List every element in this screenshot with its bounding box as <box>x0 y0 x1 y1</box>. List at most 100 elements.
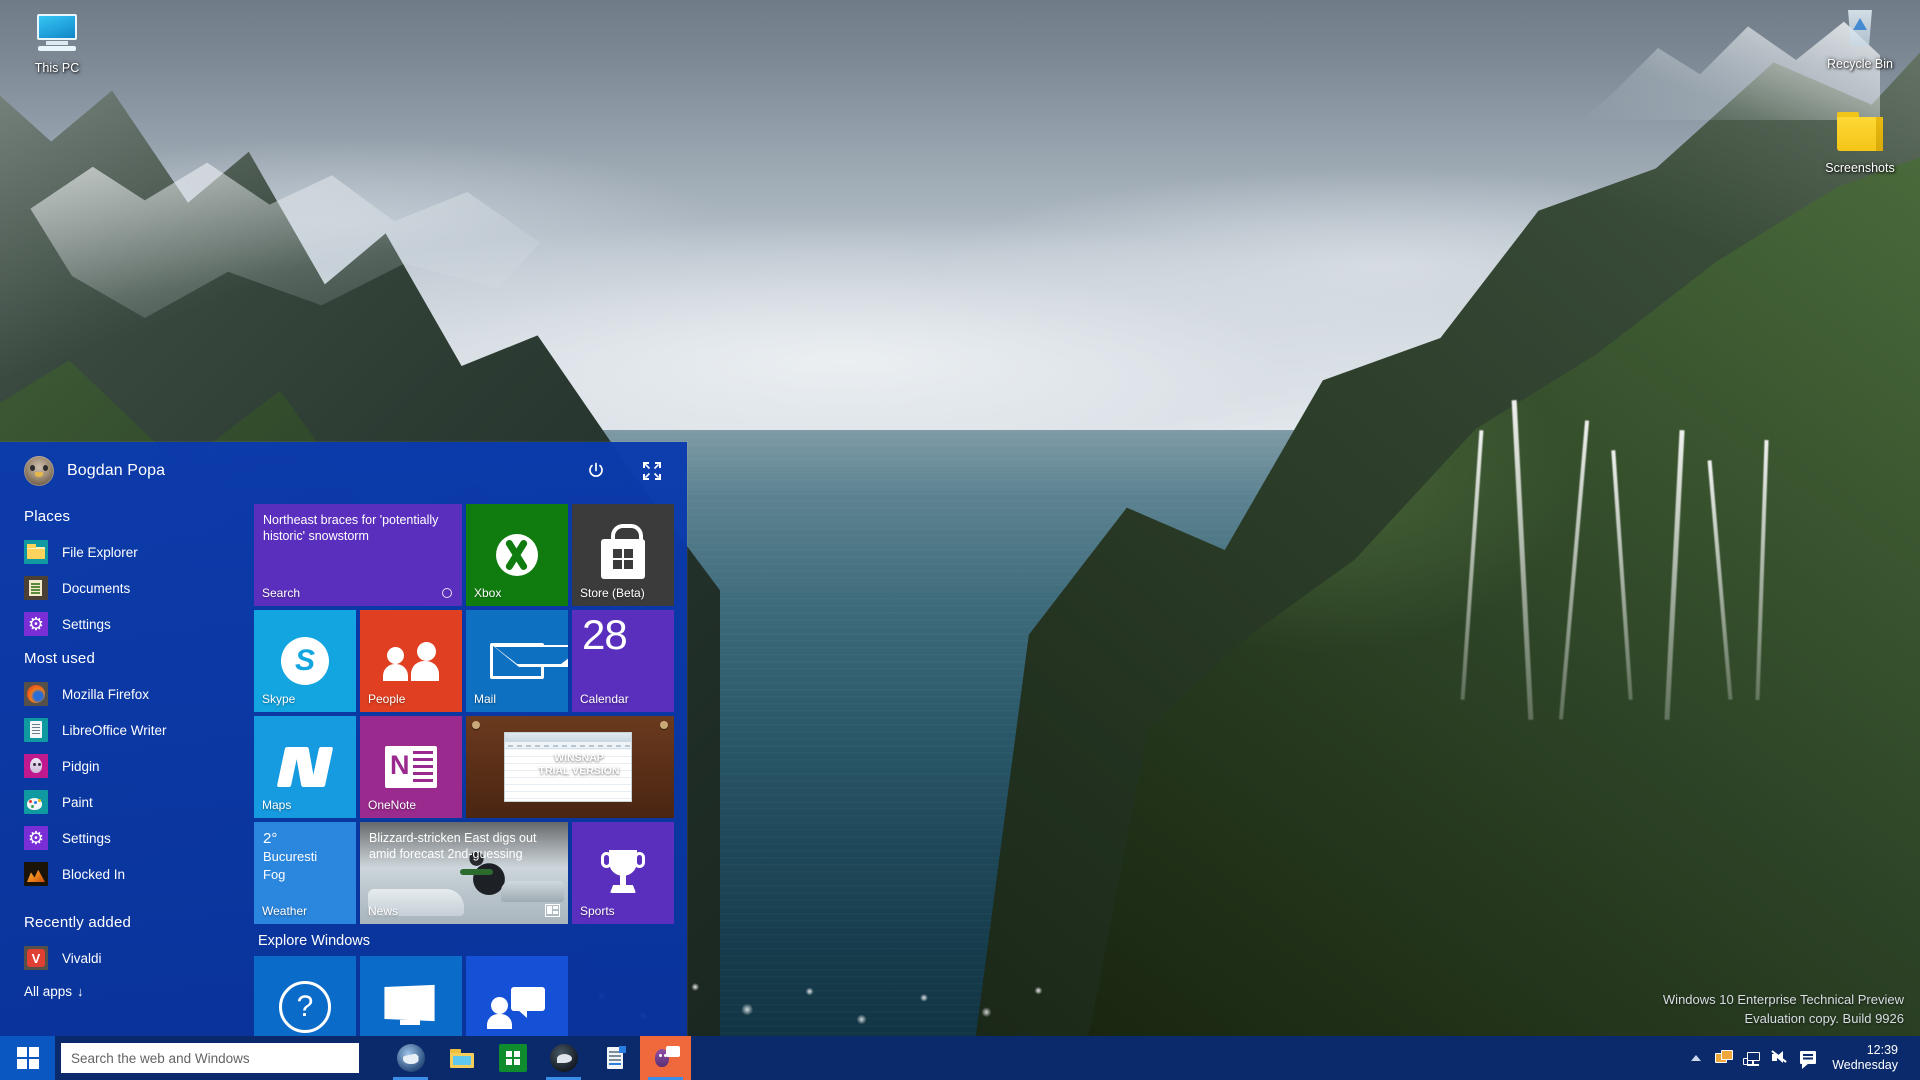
start-button[interactable] <box>0 1036 55 1080</box>
sidebar-item-paint[interactable]: Paint <box>24 784 250 820</box>
file-explorer-icon <box>448 1044 476 1072</box>
user-name[interactable]: Bogdan Popa <box>67 462 165 480</box>
tile-label: Mail <box>474 692 497 706</box>
pin-icon-right <box>660 721 668 729</box>
tile-onenote[interactable]: N OneNote <box>360 716 462 818</box>
sidebar-item-label: LibreOffice Writer <box>62 722 167 738</box>
search-circle-icon <box>442 588 452 598</box>
winsnap-line-2: TRIAL VERSION <box>538 765 620 777</box>
desktop-icon-recycle-bin[interactable]: Recycle Bin <box>1805 4 1915 72</box>
tile-sports[interactable]: Sports <box>572 822 674 924</box>
tile-winsnap-screenshot[interactable]: WINSNAP TRIAL VERSION <box>466 716 674 818</box>
tile-maps[interactable]: Maps <box>254 716 356 818</box>
taskbar-item-thunderbird[interactable] <box>385 1036 436 1080</box>
tray-action-center-button[interactable] <box>1794 1036 1822 1080</box>
tile-label: Sports <box>580 904 615 918</box>
tray-ethernet-button[interactable] <box>1738 1036 1766 1080</box>
tile-store-beta[interactable]: Store (Beta) <box>572 504 674 606</box>
weather-city: Bucuresti <box>263 849 318 864</box>
libreoffice-writer-icon <box>601 1044 629 1072</box>
sidebar-item-vivaldi[interactable]: Vivaldi <box>24 940 250 976</box>
clock-time: 12:39 <box>1866 1043 1898 1057</box>
start-menu-header: Bogdan Popa <box>0 442 687 500</box>
calendar-day-number: 28 <box>582 611 628 658</box>
desktop-icon-this-pc[interactable]: This PC <box>2 8 112 76</box>
desktop-icon-label: This PC <box>34 61 80 75</box>
volume-muted-icon <box>1771 1049 1789 1067</box>
sidebar-item-label: Paint <box>62 794 93 810</box>
tile-news[interactable]: Blizzard-stricken East digs out amid for… <box>360 822 568 924</box>
start-menu-tiles-pane[interactable]: Northeast braces for 'potentially histor… <box>250 500 687 1036</box>
tile-xbox[interactable]: Xbox <box>466 504 568 606</box>
tile-weather[interactable]: 2° Bucuresti Fog Weather <box>254 822 356 924</box>
start-menu-left-column: Places File Explorer Documents Settings … <box>0 500 250 1036</box>
settings-gear-icon <box>24 612 48 636</box>
clock[interactable]: 12:39 Wednesday <box>1822 1043 1912 1073</box>
tray-network-button[interactable] <box>1710 1036 1738 1080</box>
taskbar-item-file-explorer[interactable] <box>436 1036 487 1080</box>
taskbar-item-pidgin[interactable] <box>640 1036 691 1080</box>
start-menu[interactable]: Bogdan Popa Places File Explorer Documen… <box>0 442 687 1036</box>
tile-label: People <box>368 692 406 706</box>
file-explorer-icon <box>24 540 48 564</box>
tile-label: OneNote <box>368 798 417 812</box>
tile-headline: Blizzard-stricken East digs out amid for… <box>369 831 537 861</box>
weather-condition: Fog <box>263 867 286 882</box>
taskbar-item-steam[interactable] <box>538 1036 589 1080</box>
power-button[interactable] <box>583 458 609 484</box>
desktop-icon-screenshots[interactable]: Screenshots <box>1805 108 1915 176</box>
network-icon <box>1715 1049 1734 1067</box>
tile-calendar[interactable]: 28 Calendar <box>572 610 674 712</box>
paint-icon <box>24 790 48 814</box>
libreoffice-writer-icon <box>24 718 48 742</box>
show-hidden-icons-button[interactable] <box>1682 1036 1710 1080</box>
folder-icon <box>1805 108 1915 156</box>
documents-icon <box>24 576 48 600</box>
tile-mail[interactable]: Mail <box>466 610 568 712</box>
expand-button[interactable] <box>639 458 665 484</box>
sidebar-item-pidgin[interactable]: Pidgin <box>24 748 250 784</box>
tile-skype[interactable]: S Skype <box>254 610 356 712</box>
sidebar-item-documents[interactable]: Documents <box>24 570 250 606</box>
tile-label: Calendar <box>580 692 629 706</box>
tile-pc-settings[interactable] <box>360 956 462 1036</box>
section-title-places: Places <box>24 508 71 525</box>
tile-group-1: Northeast braces for 'potentially histor… <box>254 504 674 924</box>
sidebar-item-libreoffice-writer[interactable]: LibreOffice Writer <box>24 712 250 748</box>
sidebar-item-mozilla-firefox[interactable]: Mozilla Firefox <box>24 676 250 712</box>
monitor-icon <box>360 956 462 1036</box>
watermark-line-2: Evaluation copy. Build 9926 <box>1744 1011 1904 1026</box>
system-tray: 12:39 Wednesday <box>1682 1036 1920 1080</box>
desktop-icon-label: Recycle Bin <box>1827 57 1893 71</box>
tile-get-started[interactable]: ? <box>254 956 356 1036</box>
avatar[interactable] <box>24 456 54 486</box>
sidebar-item-label: File Explorer <box>62 544 138 560</box>
sidebar-item-label: Settings <box>62 830 111 846</box>
tile-windows-feedback[interactable] <box>466 956 568 1036</box>
tile-label: News <box>368 904 399 918</box>
all-apps-label: All apps <box>24 984 73 999</box>
taskbar-item-libreoffice-writer[interactable] <box>589 1036 640 1080</box>
sidebar-item-file-explorer[interactable]: File Explorer <box>24 534 250 570</box>
taskbar[interactable]: Search the web and Windows 12:39 Wednesd… <box>0 1036 1920 1080</box>
winsnap-trial-watermark: WINSNAP TRIAL VERSION <box>524 752 634 778</box>
taskbar-item-store[interactable] <box>487 1036 538 1080</box>
ethernet-icon <box>1743 1049 1761 1067</box>
store-icon <box>498 1044 527 1072</box>
search-input[interactable]: Search the web and Windows <box>61 1043 359 1073</box>
sidebar-item-settings-2[interactable]: Settings <box>24 820 250 856</box>
action-center-icon <box>1799 1049 1817 1069</box>
section-title-recently-added: Recently added <box>24 914 132 931</box>
question-mark-icon: ? <box>254 956 356 1036</box>
search-placeholder: Search the web and Windows <box>71 1050 250 1066</box>
all-apps-button[interactable]: All apps ↓ <box>24 984 250 1007</box>
tile-people[interactable]: People <box>360 610 462 712</box>
pidgin-icon <box>652 1044 680 1072</box>
tray-volume-button[interactable] <box>1766 1036 1794 1080</box>
tile-label: Weather <box>262 904 308 918</box>
sidebar-item-blocked-in[interactable]: Blocked In <box>24 856 250 892</box>
sidebar-item-settings[interactable]: Settings <box>24 606 250 642</box>
pidgin-icon <box>24 754 48 778</box>
news-layout-icon <box>545 904 560 917</box>
tile-search[interactable]: Northeast braces for 'potentially histor… <box>254 504 462 606</box>
